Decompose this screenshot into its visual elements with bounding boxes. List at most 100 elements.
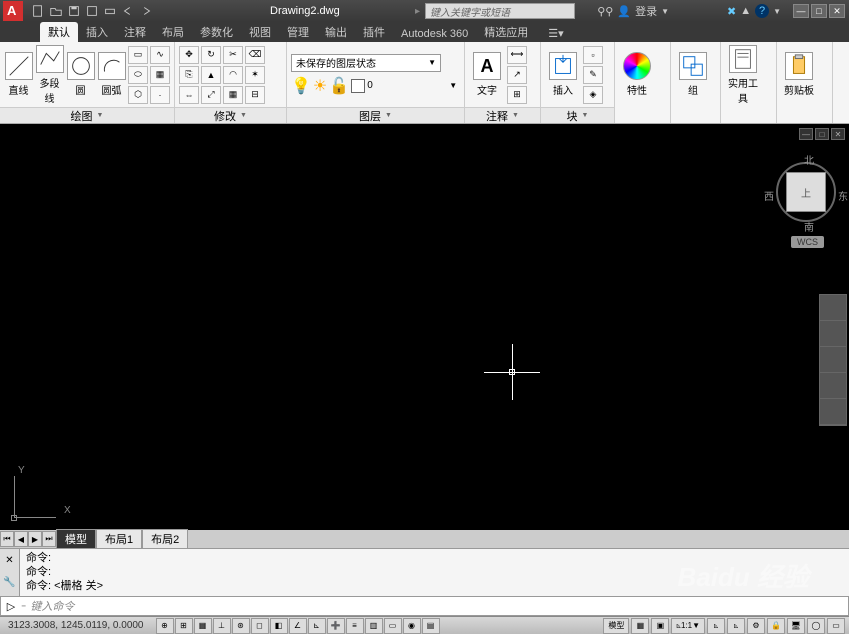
am-icon[interactable]: ▤ bbox=[422, 618, 440, 634]
layout-prev-button[interactable]: ◀ bbox=[14, 531, 28, 547]
arc-button[interactable]: 圆弧 bbox=[97, 52, 126, 97]
table-icon[interactable]: ⊞ bbox=[507, 86, 527, 104]
utilities-button[interactable]: 实用工具 bbox=[725, 45, 761, 105]
tab-featured[interactable]: 精选应用 bbox=[476, 22, 536, 42]
circle-button[interactable]: 圆 bbox=[66, 52, 95, 97]
panel-draw-title[interactable]: 绘图 bbox=[0, 107, 174, 123]
viewport-close-button[interactable]: ✕ bbox=[831, 128, 845, 140]
layer-state-dropdown[interactable]: 未保存的图层状态▼ bbox=[291, 54, 441, 72]
print-icon[interactable] bbox=[102, 3, 118, 19]
panel-modify-title[interactable]: 修改 bbox=[175, 107, 286, 123]
minimize-button[interactable]: — bbox=[793, 4, 809, 18]
undo-icon[interactable] bbox=[120, 3, 136, 19]
clean-screen-icon[interactable]: ▭ bbox=[827, 618, 845, 634]
tab-default[interactable]: 默认 bbox=[40, 22, 78, 42]
explode-icon[interactable]: ✶ bbox=[245, 66, 265, 84]
layer-on-icon[interactable]: 💡 bbox=[291, 76, 311, 96]
search-input[interactable]: 键入关键字或短语 bbox=[425, 3, 575, 19]
open-icon[interactable] bbox=[48, 3, 64, 19]
exchange-icon[interactable]: ✖ bbox=[727, 5, 736, 18]
rotate-icon[interactable]: ↻ bbox=[201, 46, 221, 64]
quickview-drawings-icon[interactable]: ▣ bbox=[651, 618, 669, 634]
login-button[interactable]: ⚲⚲ 👤 登录 ▼ bbox=[597, 3, 669, 19]
ducs-icon[interactable]: ⊾ bbox=[308, 618, 326, 634]
tab-manage[interactable]: 管理 bbox=[279, 22, 317, 42]
polyline-button[interactable]: 多段线 bbox=[35, 45, 64, 105]
insert-block-button[interactable]: 插入 bbox=[545, 52, 581, 97]
autodesk-icon[interactable]: ▲ bbox=[740, 5, 751, 17]
wcs-badge[interactable]: WCS bbox=[791, 236, 824, 248]
lwt-icon[interactable]: ≡ bbox=[346, 618, 364, 634]
fillet-icon[interactable]: ◠ bbox=[223, 66, 243, 84]
mirror-icon[interactable]: ▲ bbox=[201, 66, 221, 84]
move-icon[interactable]: ✥ bbox=[179, 46, 199, 64]
spline-icon[interactable]: ∿ bbox=[150, 46, 170, 64]
create-block-icon[interactable]: ▫ bbox=[583, 46, 603, 64]
layout-tab-layout1[interactable]: 布局1 bbox=[96, 529, 142, 549]
quickview-layouts-icon[interactable]: ▦ bbox=[631, 618, 649, 634]
command-history[interactable]: 命令: 命令: 命令: <栅格 关> bbox=[20, 549, 849, 596]
viewcube[interactable]: 北 南 东 西 WCS bbox=[771, 148, 841, 248]
group-button[interactable]: 组 bbox=[675, 52, 711, 97]
dim-linear-icon[interactable]: ⟷ bbox=[507, 46, 527, 64]
cmd-options-icon[interactable]: 🔧 bbox=[0, 571, 19, 593]
close-button[interactable]: ✕ bbox=[829, 4, 845, 18]
snap-icon[interactable]: ⊞ bbox=[175, 618, 193, 634]
properties-button[interactable]: 特性 bbox=[619, 52, 655, 97]
app-logo-icon[interactable] bbox=[3, 1, 23, 21]
trim-icon[interactable]: ✂ bbox=[223, 46, 243, 64]
attr-icon[interactable]: ◈ bbox=[583, 86, 603, 104]
zoom-icon[interactable] bbox=[820, 347, 846, 373]
tab-layout[interactable]: 布局 bbox=[154, 22, 192, 42]
osnap3d-icon[interactable]: ◧ bbox=[270, 618, 288, 634]
polar-icon[interactable]: ⊛ bbox=[232, 618, 250, 634]
leader-icon[interactable]: ↗ bbox=[507, 66, 527, 84]
model-space-button[interactable]: 模型 bbox=[603, 618, 629, 634]
tab-parametric[interactable]: 参数化 bbox=[192, 22, 241, 42]
cmd-close-icon[interactable]: ✕ bbox=[0, 549, 19, 571]
panel-annotation-title[interactable]: 注释 bbox=[465, 107, 540, 123]
coordinates-display[interactable]: 3123.3008, 1245.0119, 0.0000 bbox=[0, 620, 152, 631]
layer-freeze-icon[interactable]: ☀ bbox=[313, 76, 327, 96]
maximize-button[interactable]: □ bbox=[811, 4, 827, 18]
redo-icon[interactable] bbox=[138, 3, 154, 19]
point-icon[interactable]: · bbox=[150, 86, 170, 104]
ortho-icon[interactable]: ⊥ bbox=[213, 618, 231, 634]
polygon-icon[interactable]: ⬡ bbox=[128, 86, 148, 104]
text-button[interactable]: A文字 bbox=[469, 52, 505, 97]
scale-icon[interactable]: ⤢ bbox=[201, 86, 221, 104]
panel-block-title[interactable]: 块 bbox=[541, 107, 614, 123]
panel-layers-title[interactable]: 图层 bbox=[287, 107, 464, 123]
layout-last-button[interactable]: ⏭ bbox=[42, 531, 56, 547]
edit-block-icon[interactable]: ✎ bbox=[583, 66, 603, 84]
annotation-visibility-icon[interactable]: ⦝ bbox=[707, 618, 725, 634]
layout-tab-model[interactable]: 模型 bbox=[56, 529, 96, 549]
viewcube-top-face[interactable] bbox=[786, 172, 826, 212]
isolate-icon[interactable]: ◯ bbox=[807, 618, 825, 634]
workspace-icon[interactable]: ⚙ bbox=[747, 618, 765, 634]
line-button[interactable]: 直线 bbox=[4, 52, 33, 97]
search-dropdown-icon[interactable]: ▸ bbox=[415, 6, 420, 17]
layer-lock-icon[interactable]: 🔓 bbox=[329, 76, 349, 96]
layout-next-button[interactable]: ▶ bbox=[28, 531, 42, 547]
tab-insert[interactable]: 插入 bbox=[78, 22, 116, 42]
tab-autodesk360[interactable]: Autodesk 360 bbox=[393, 26, 476, 42]
tab-output[interactable]: 输出 bbox=[317, 22, 355, 42]
saveas-icon[interactable] bbox=[84, 3, 100, 19]
infer-icon[interactable]: ⊕ bbox=[156, 618, 174, 634]
help-chevron-icon[interactable]: ▼ bbox=[773, 7, 781, 16]
array-icon[interactable]: ▦ bbox=[223, 86, 243, 104]
tpy-icon[interactable]: ▥ bbox=[365, 618, 383, 634]
pan-icon[interactable] bbox=[820, 321, 846, 347]
sc-icon[interactable]: ◉ bbox=[403, 618, 421, 634]
copy-icon[interactable]: ⎘ bbox=[179, 66, 199, 84]
orbit-icon[interactable] bbox=[820, 373, 846, 399]
showmotion-icon[interactable] bbox=[820, 399, 846, 425]
tab-plugins[interactable]: 插件 bbox=[355, 22, 393, 42]
clipboard-button[interactable]: 剪贴板 bbox=[781, 52, 817, 97]
command-input[interactable]: 键入命令 bbox=[26, 598, 848, 614]
viewport-maximize-button[interactable]: □ bbox=[815, 128, 829, 140]
viewport-minimize-button[interactable]: — bbox=[799, 128, 813, 140]
current-layer-name[interactable]: 0 bbox=[367, 80, 447, 91]
drawing-canvas[interactable]: — □ ✕ Y X 北 南 东 西 WCS bbox=[0, 124, 849, 530]
